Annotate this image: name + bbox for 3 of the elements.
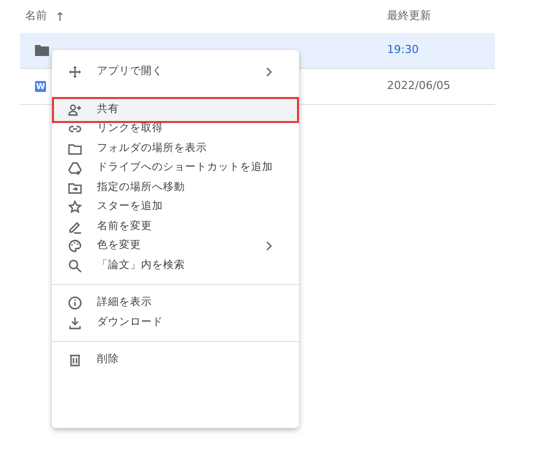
modified-time: 19:30 bbox=[387, 42, 419, 58]
modified-time: 2022/06/05 bbox=[387, 78, 450, 94]
word-doc-icon: W bbox=[35, 81, 46, 92]
